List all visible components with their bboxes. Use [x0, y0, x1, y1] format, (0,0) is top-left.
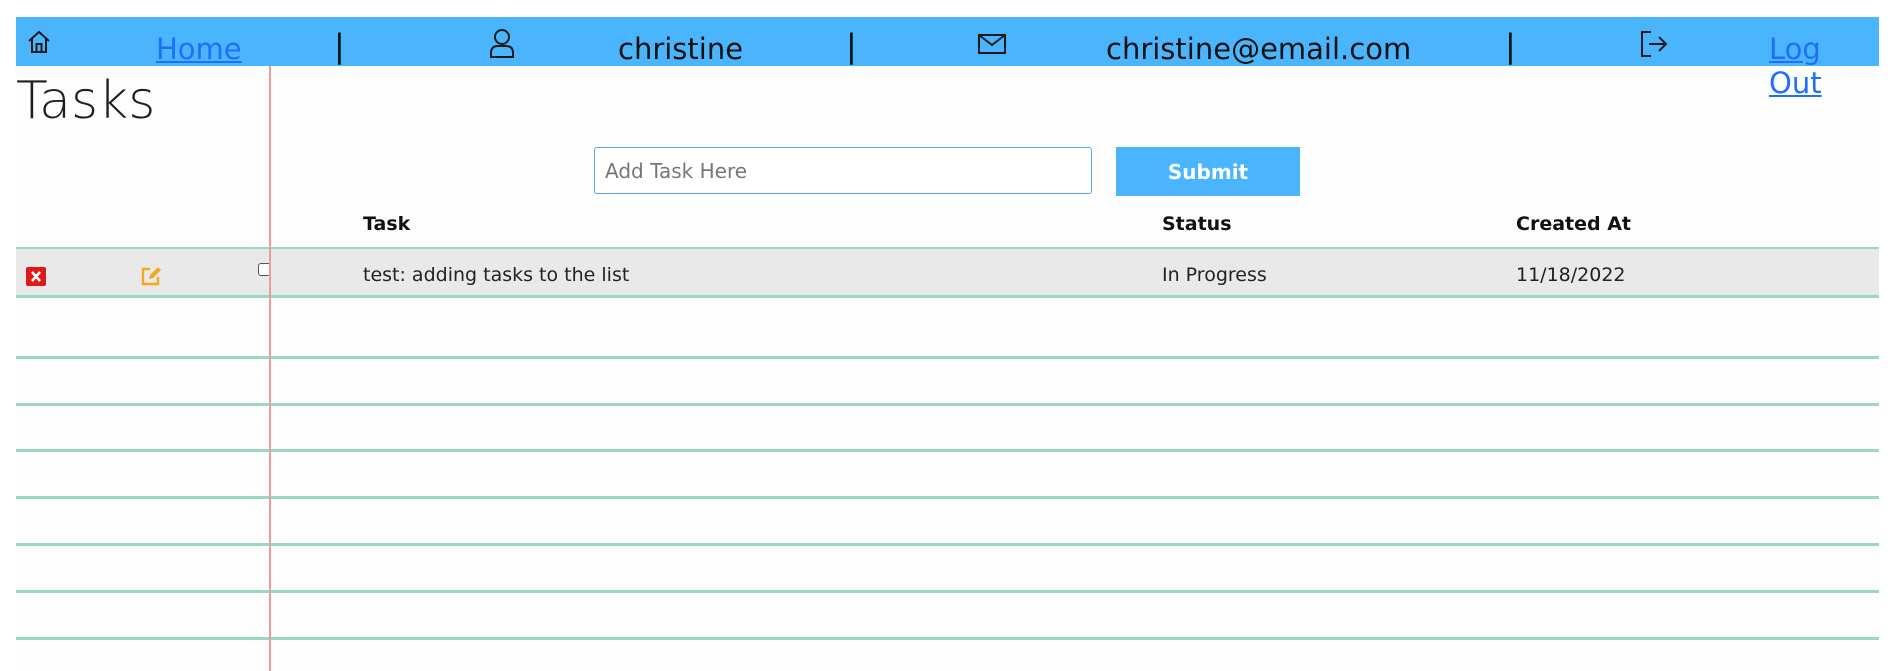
column-header-status: Status	[1162, 213, 1232, 235]
margin-line	[269, 66, 271, 671]
home-link[interactable]: Home	[156, 32, 242, 66]
task-created-at: 11/18/2022	[1516, 264, 1626, 286]
mail-icon	[978, 34, 1006, 54]
logout-icon[interactable]	[1639, 30, 1669, 58]
navbar: Home | christine | christine@email.com |	[16, 17, 1879, 100]
ruled-line	[16, 403, 1879, 406]
user-icon	[488, 28, 516, 58]
page-title: Tasks	[16, 71, 156, 131]
username-text: christine	[618, 32, 744, 66]
column-header-created-at: Created At	[1516, 213, 1631, 235]
ruled-line	[16, 496, 1879, 499]
submit-button[interactable]: Submit	[1116, 147, 1300, 196]
ruled-line	[16, 356, 1879, 359]
home-icon[interactable]	[26, 30, 52, 54]
task-status: In Progress	[1162, 264, 1267, 286]
add-task-input[interactable]	[594, 147, 1092, 194]
column-header-task: Task	[363, 213, 411, 235]
ruled-line	[16, 637, 1879, 640]
nav-separator: |	[334, 27, 345, 65]
ruled-line	[16, 543, 1879, 546]
email-text: christine@email.com	[1106, 32, 1412, 66]
logout-link[interactable]: Log Out	[1769, 32, 1879, 100]
ruled-line	[16, 449, 1879, 452]
edit-icon[interactable]	[140, 265, 162, 291]
page: Home | christine | christine@email.com |	[16, 17, 1879, 671]
ruled-line	[16, 590, 1879, 593]
delete-icon[interactable]	[26, 267, 46, 286]
nav-separator: |	[846, 27, 857, 65]
task-text: test: adding tasks to the list	[363, 264, 630, 286]
nav-separator: |	[1505, 27, 1516, 65]
